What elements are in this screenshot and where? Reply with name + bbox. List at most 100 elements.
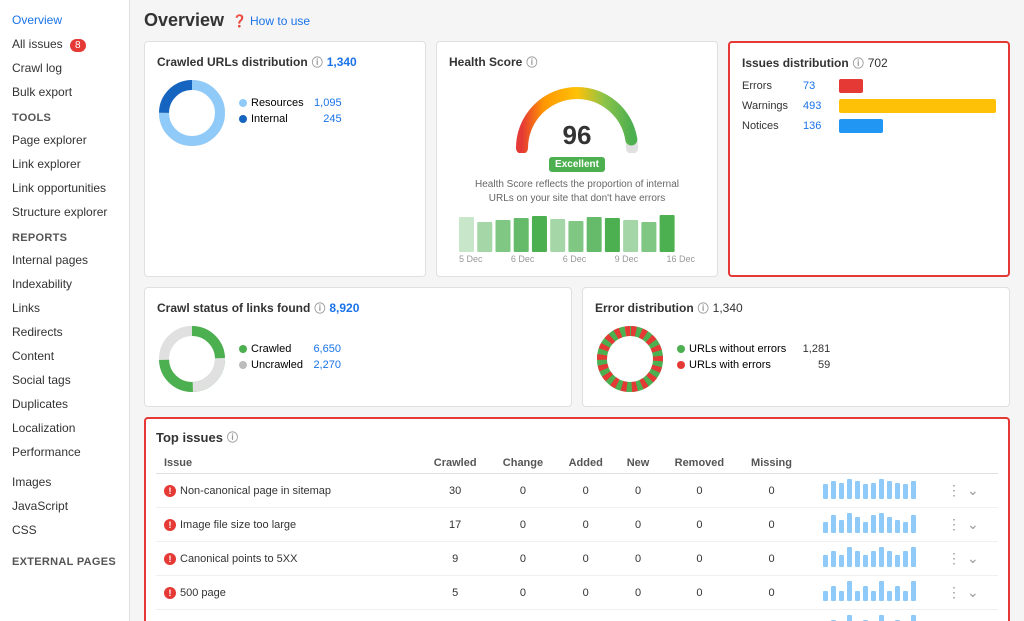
row-expand-button[interactable]: ⌄ — [965, 582, 981, 603]
sidebar-item-page-explorer[interactable]: Page explorer — [0, 128, 129, 152]
added-value: 0 — [556, 610, 615, 621]
col-missing: Missing — [738, 453, 805, 474]
change-value: 0 — [490, 474, 556, 508]
sidebar-item-images[interactable]: Images — [0, 470, 129, 494]
health-description: Health Score reflects the proportion of … — [467, 178, 687, 206]
top-issues-info-icon[interactable]: ⓘ — [227, 429, 238, 445]
top-issues-title: Top issues ⓘ — [156, 429, 998, 445]
crawled-urls-donut-area: Resources 1,095 Internal 245 — [157, 78, 413, 148]
sidebar-item-social-tags[interactable]: Social tags — [0, 368, 129, 392]
error-dist-info-icon[interactable]: ⓘ — [698, 300, 709, 316]
sidebar-item-duplicates[interactable]: Duplicates — [0, 392, 129, 416]
row-expand-button[interactable]: ⌄ — [965, 514, 981, 535]
sidebar-item-links[interactable]: Links — [0, 296, 129, 320]
health-score-info-icon[interactable]: ⓘ — [526, 54, 537, 70]
issues-dist-rows: Errors 73 Warnings 493 Notices 136 — [742, 79, 996, 133]
sidebar-item-javascript[interactable]: JavaScript — [0, 494, 129, 518]
change-value: 0 — [490, 576, 556, 610]
crawl-status-legend: Crawled 6,650 Uncrawled 2,270 — [239, 343, 341, 375]
row-actions[interactable]: ⋮⌄ — [937, 474, 998, 508]
mini-bar-chart — [805, 508, 937, 542]
crawl-status-donut — [157, 324, 227, 394]
warnings-bar-wrap — [839, 99, 996, 113]
health-score-card: Health Score ⓘ — [436, 41, 718, 277]
row-menu-button[interactable]: ⋮ — [945, 480, 963, 501]
col-issue: Issue — [156, 453, 421, 474]
sidebar-item-internal-pages[interactable]: Internal pages — [0, 248, 129, 272]
gauge-container: 96 — [512, 78, 642, 153]
sidebar-item-structure-explorer[interactable]: Structure explorer — [0, 200, 129, 224]
col-change: Change — [490, 453, 556, 474]
crawled-urls-info-icon[interactable]: ⓘ — [312, 54, 323, 70]
sidebar-item-indexability[interactable]: Indexability — [0, 272, 129, 296]
sidebar-item-content[interactable]: Content — [0, 344, 129, 368]
issues-table-body: !Non-canonical page in sitemap3000000⋮⌄!… — [156, 474, 998, 621]
issues-dist-title: Issues distribution ⓘ 702 — [742, 55, 996, 71]
row-actions[interactable]: ⋮⌄ — [937, 610, 998, 621]
new-value: 0 — [615, 610, 660, 621]
sidebar-item-crawl-log[interactable]: Crawl log — [0, 56, 129, 80]
mini-bar-chart — [805, 474, 937, 508]
new-value: 0 — [615, 576, 660, 610]
no-errors-legend-item: URLs without errors 1,281 — [677, 343, 830, 355]
row-menu-button[interactable]: ⋮ — [945, 616, 963, 621]
table-row[interactable]: !Image file size too large1700000⋮⌄ — [156, 508, 998, 542]
row-menu-button[interactable]: ⋮ — [945, 548, 963, 569]
crawl-status-info-icon[interactable]: ⓘ — [314, 300, 325, 316]
table-row[interactable]: !5XX page500000⋮⌄ — [156, 610, 998, 621]
crawled-urls-donut — [157, 78, 227, 148]
top-issues-section: Top issues ⓘ Issue Crawled Change Added … — [144, 417, 1010, 621]
col-actions — [937, 453, 998, 474]
sidebar-item-performance[interactable]: Performance — [0, 440, 129, 464]
row-menu-button[interactable]: ⋮ — [945, 514, 963, 535]
col-crawled: Crawled — [421, 453, 490, 474]
missing-value: 0 — [738, 610, 805, 621]
crawled-value: 9 — [421, 542, 490, 576]
bar-chart-labels: 5 Dec 6 Dec 6 Dec 9 Dec 16 Dec — [449, 254, 705, 264]
row-actions[interactable]: ⋮⌄ — [937, 542, 998, 576]
issues-dist-info-icon[interactable]: ⓘ — [853, 55, 864, 71]
row-menu-button[interactable]: ⋮ — [945, 582, 963, 603]
sidebar-item-all-issues[interactable]: All issues 8 — [0, 32, 129, 56]
table-row[interactable]: !500 page500000⋮⌄ — [156, 576, 998, 610]
sidebar-item-link-explorer[interactable]: Link explorer — [0, 152, 129, 176]
error-indicator: ! — [164, 587, 176, 599]
sidebar-item-css[interactable]: CSS — [0, 518, 129, 542]
sidebar-item-redirects[interactable]: Redirects — [0, 320, 129, 344]
table-header-row: Issue Crawled Change Added New Removed M… — [156, 453, 998, 474]
mini-bar-chart — [805, 576, 937, 610]
tools-section-label: Tools — [0, 104, 129, 128]
all-issues-badge: 8 — [70, 39, 86, 52]
crawled-legend-item: Crawled 6,650 — [239, 343, 341, 355]
sidebar-item-localization[interactable]: Localization — [0, 416, 129, 440]
missing-value: 0 — [738, 542, 805, 576]
how-to-use-link[interactable]: ❓ How to use — [232, 14, 310, 28]
sidebar-item-overview[interactable]: Overview — [0, 8, 129, 32]
row-expand-button[interactable]: ⌄ — [965, 616, 981, 621]
errors-bar-wrap — [839, 79, 996, 93]
issue-name-cell: !Non-canonical page in sitemap — [156, 474, 421, 508]
sidebar-item-bulk-export[interactable]: Bulk export — [0, 80, 129, 104]
row-expand-button[interactable]: ⌄ — [965, 480, 981, 501]
top-issues-table: Issue Crawled Change Added New Removed M… — [156, 453, 998, 621]
error-dist-legend: URLs without errors 1,281 URLs with erro… — [677, 343, 830, 375]
missing-value: 0 — [738, 508, 805, 542]
table-row[interactable]: !Canonical points to 5XX900000⋮⌄ — [156, 542, 998, 576]
error-dist-title: Error distribution ⓘ 1,340 — [595, 300, 997, 316]
external-pages-label: External pages — [0, 548, 129, 572]
sidebar-item-link-opportunities[interactable]: Link opportunities — [0, 176, 129, 200]
resources-legend-item: Resources 1,095 — [239, 97, 342, 109]
crawled-value: 5 — [421, 576, 490, 610]
row-expand-button[interactable]: ⌄ — [965, 548, 981, 569]
error-dist-donut-area: URLs without errors 1,281 URLs with erro… — [595, 324, 997, 394]
no-errors-dot — [677, 345, 685, 353]
row-actions[interactable]: ⋮⌄ — [937, 508, 998, 542]
reports-section-label: Reports — [0, 224, 129, 248]
table-row[interactable]: !Non-canonical page in sitemap3000000⋮⌄ — [156, 474, 998, 508]
warnings-bar — [839, 99, 996, 113]
row-actions[interactable]: ⋮⌄ — [937, 576, 998, 610]
sidebar: Overview All issues 8 Crawl log Bulk exp… — [0, 0, 130, 621]
top-cards-row: Crawled URLs distribution ⓘ 1,340 — [144, 41, 1010, 277]
error-dist-donut — [595, 324, 665, 394]
error-indicator: ! — [164, 519, 176, 531]
